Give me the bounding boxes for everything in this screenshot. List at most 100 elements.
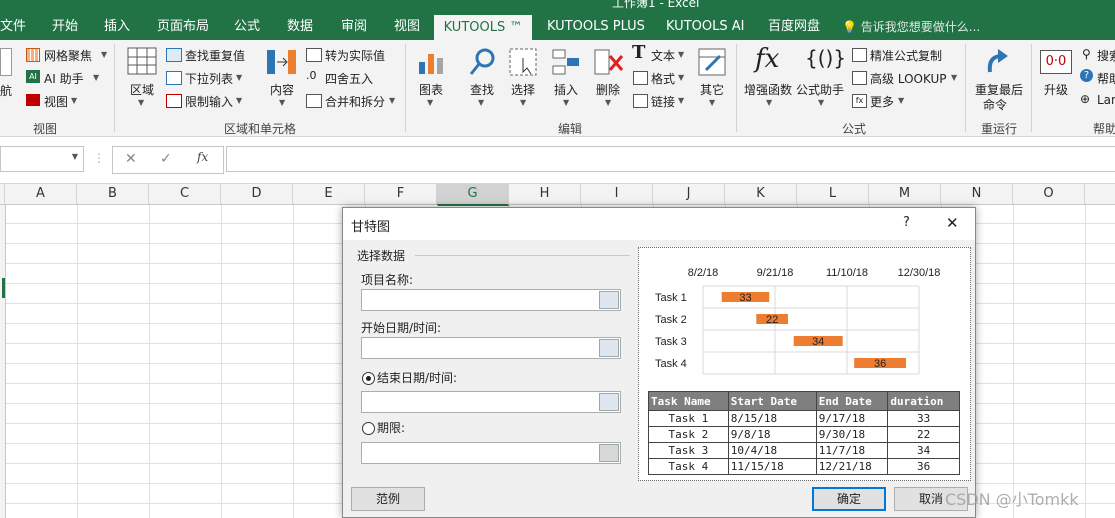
grid-focus-button[interactable]: 网格聚焦 [44,47,92,64]
dropdown-list-button[interactable]: 下拉列表 [185,70,233,87]
tab-formulas[interactable]: 公式 [234,14,260,40]
close-icon[interactable]: ✕ [946,214,959,232]
table-row: Task 3 10/4/18 11/7/18 34 [648,442,960,459]
column-header[interactable]: L [797,184,869,204]
round-icon: .0 [306,69,317,82]
data-label: 33 [739,292,751,304]
find-duplicates-button[interactable]: 查找重复值 [185,47,245,64]
column-header[interactable]: J [653,184,725,204]
help-button[interactable]: 帮助 [1097,70,1115,87]
delete-icon [594,49,624,75]
restrict-input-button[interactable]: 限制输入 [185,93,233,110]
format-icon [633,71,648,85]
text-button[interactable]: 文本 [651,47,675,64]
group-label-range: 区域和单元格 [224,122,297,136]
duration-field[interactable] [361,442,621,464]
link-button[interactable]: 链接 [651,93,675,110]
example-button[interactable]: 范例 [351,487,425,511]
other-button[interactable]: 其它 [700,81,724,98]
column-header[interactable]: E [293,184,365,204]
tab-file[interactable]: 文件 [0,14,26,40]
task-label: Task 2 [655,314,687,326]
region-button[interactable]: 区域 [130,81,154,98]
help-icon[interactable]: ? [903,215,910,230]
column-header[interactable]: K [725,184,797,204]
active-row-marker [2,278,5,298]
ai-assistant-button[interactable]: AI 助手 [44,70,84,87]
duration-radio[interactable] [362,422,375,435]
column-header[interactable]: F [365,184,437,204]
ok-button[interactable]: 确定 [812,487,886,511]
view-button[interactable]: 视图 [44,93,68,110]
delete-button[interactable]: 删除 [596,81,620,98]
nav-label[interactable]: 航 [0,82,12,99]
column-header[interactable]: D [221,184,293,204]
group-divider [965,44,966,132]
end-date-radio[interactable] [362,372,375,385]
formula-input[interactable] [226,146,1115,172]
start-date-field[interactable] [361,337,621,359]
range-select-icon[interactable] [599,291,619,309]
section-divider [415,255,630,256]
upgrade-button[interactable]: 升级 [1044,81,1068,98]
to-actual-button[interactable]: 转为实际值 [325,47,385,64]
language-button[interactable]: Lang [1097,93,1115,107]
chart-button[interactable]: 图表 [419,81,443,98]
group-label-formula: 公式 [842,122,867,136]
tab-kutools[interactable]: KUTOOLS ™ [434,15,532,41]
task-name-field[interactable] [361,289,621,311]
content-button[interactable]: 内容 [270,81,294,98]
table-cell: Task 3 [648,442,729,459]
select-button[interactable]: 选择 [511,81,535,98]
format-button[interactable]: 格式 [651,70,675,87]
data-label: 36 [874,358,886,370]
merge-split-button[interactable]: 合并和拆分 [325,93,385,110]
name-box[interactable]: ▼ [0,146,84,172]
column-header[interactable]: N [941,184,1013,204]
column-header-selected[interactable]: G [437,184,509,206]
column-header[interactable]: B [77,184,149,204]
tab-page-layout[interactable]: 页面布局 [157,14,209,40]
tab-kutools-plus[interactable]: KUTOOLS PLUS [547,14,645,40]
table-cell: Task 4 [648,458,729,475]
enhanced-functions-button[interactable]: 增强函数 [744,81,792,98]
merge-split-icon [306,94,322,108]
column-header[interactable]: M [869,184,941,204]
exact-copy-button[interactable]: 精准公式复制 [870,47,942,64]
round-button[interactable]: 四舍五入 [325,70,373,87]
end-date-field[interactable] [361,391,621,413]
cancel-entry-icon[interactable]: ✕ [125,151,137,167]
tab-data[interactable]: 数据 [287,14,313,40]
search-help-button[interactable]: 搜索 [1097,47,1115,64]
range-select-icon[interactable] [599,339,619,357]
more-button[interactable]: 更多 [870,93,894,110]
task-label: Task 1 [655,292,687,304]
tab-kutools-ai[interactable]: KUTOOLS AI [666,14,744,40]
dialog-title-bar[interactable]: 甘特图 ? ✕ [343,208,975,240]
tab-review[interactable]: 审阅 [341,14,367,40]
tell-me-box[interactable]: 💡 告诉我您想要做什么... [842,14,980,40]
insert-function-icon[interactable]: fx [197,150,208,164]
advanced-lookup-button[interactable]: 高级 LOOKUP [870,70,947,87]
confirm-entry-icon[interactable]: ✓ [160,151,172,167]
column-header[interactable]: C [149,184,221,204]
table-header: Start Date [727,391,817,411]
tab-insert[interactable]: 插入 [104,14,130,40]
column-header[interactable]: H [509,184,581,204]
column-header[interactable]: O [1013,184,1085,204]
table-cell: 36 [887,458,960,475]
tab-view[interactable]: 视图 [394,14,420,40]
tab-home[interactable]: 开始 [52,14,78,40]
repeat-last-label-2[interactable]: 命令 [983,96,1007,113]
table-row: Task 2 9/8/18 9/30/18 22 [648,426,960,443]
range-select-icon[interactable] [599,393,619,411]
watermark: CSDN @小Tomkk [945,490,1079,509]
find-button[interactable]: 查找 [470,81,494,98]
tab-baidu[interactable]: 百度网盘 [768,14,820,40]
column-header[interactable]: I [581,184,653,204]
formula-helper-button[interactable]: 公式助手 [796,81,844,98]
insert-button[interactable]: 插入 [554,81,578,98]
column-header[interactable]: A [5,184,77,204]
gantt-chart: 8/2/18 9/21/18 11/10/18 12/30/18 Task 1 33 Tas… [655,267,940,375]
redo-icon [987,49,1008,73]
